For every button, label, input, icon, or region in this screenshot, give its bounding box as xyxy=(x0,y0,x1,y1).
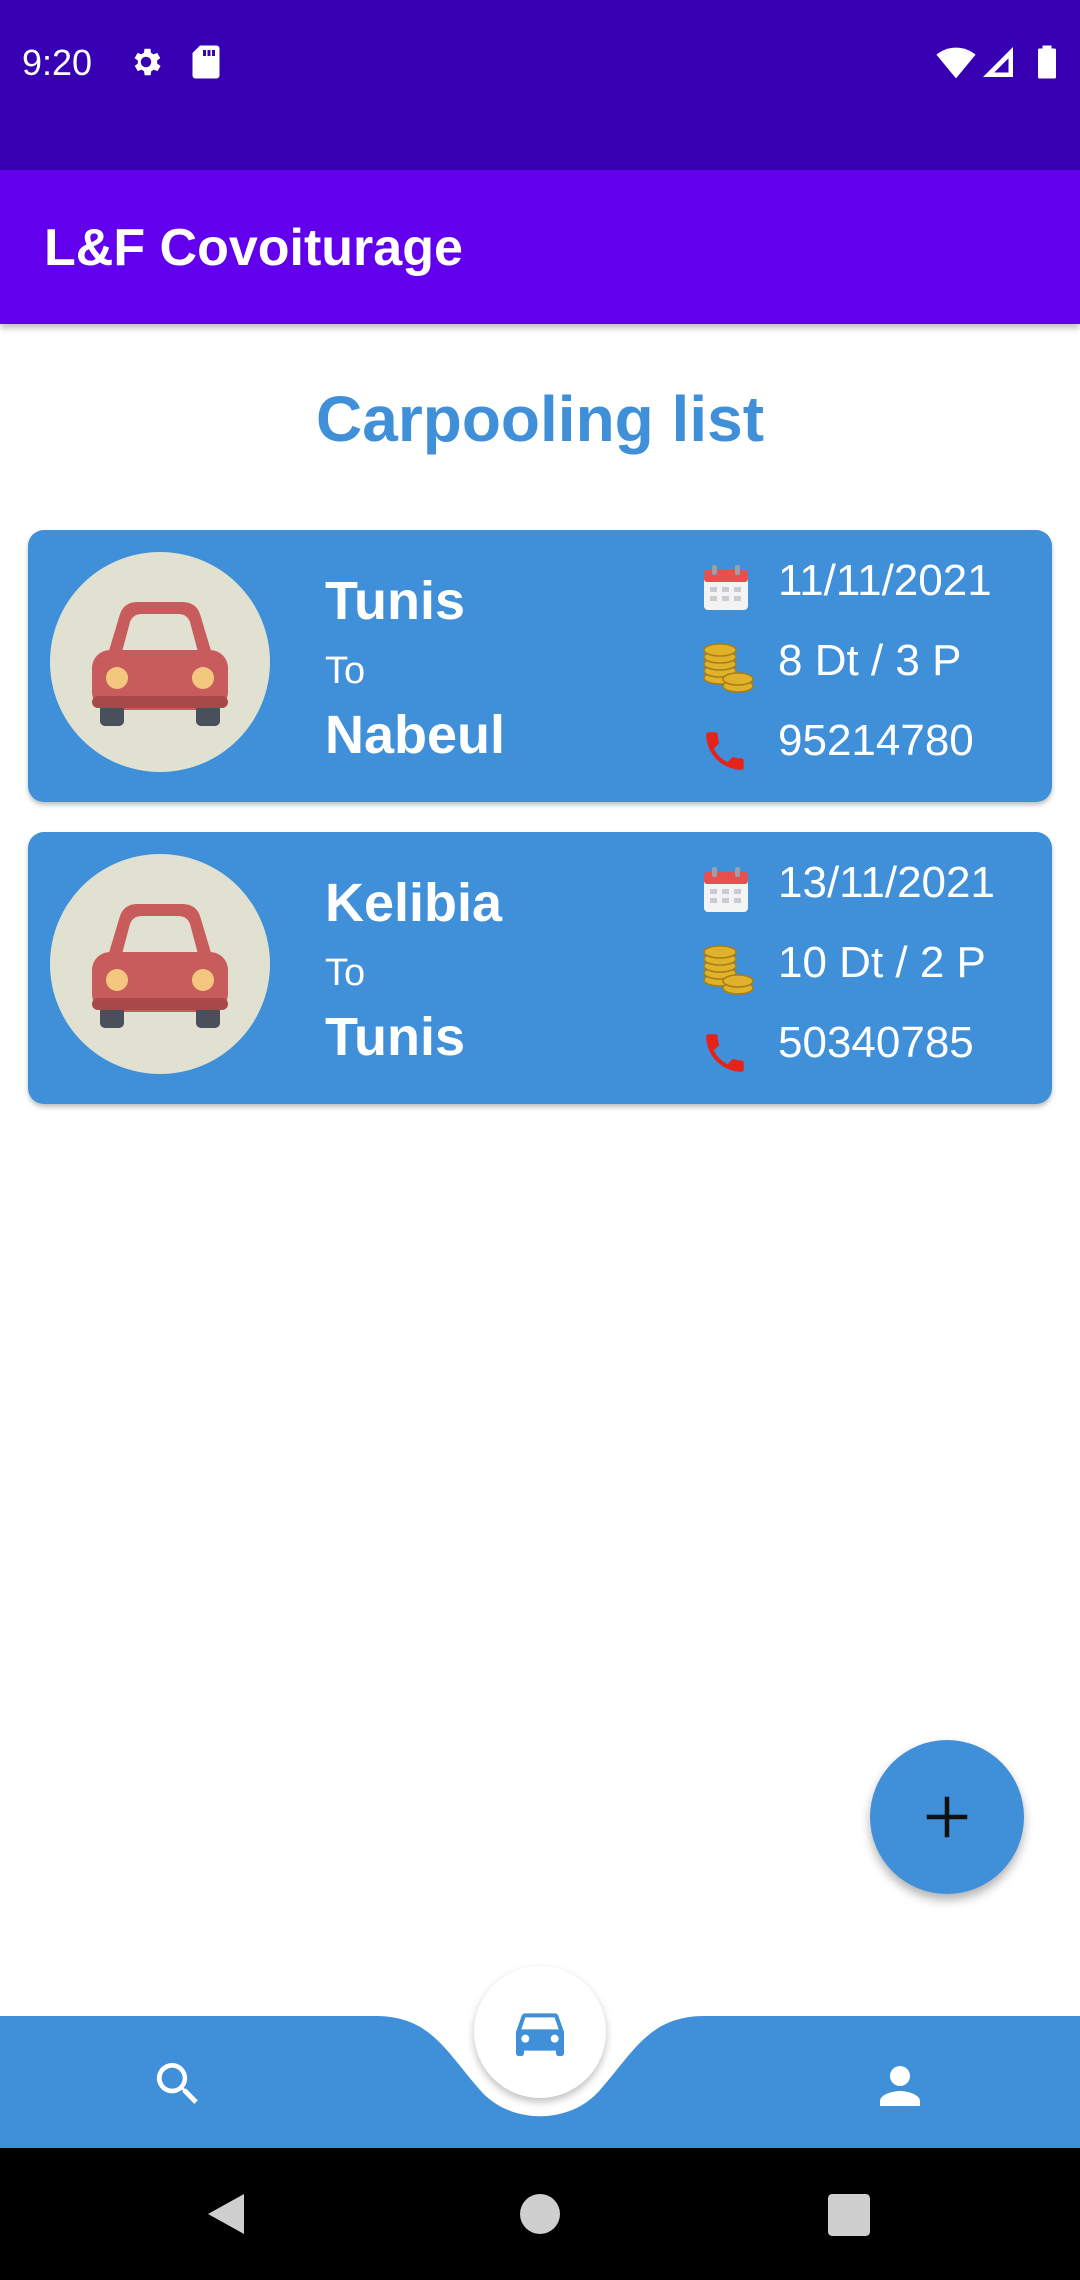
car-icon xyxy=(92,904,228,1028)
recents-icon[interactable] xyxy=(828,2194,870,2241)
ride-origin: Kelibia xyxy=(325,873,503,933)
battery-icon xyxy=(1036,44,1058,85)
ride-destination: Tunis xyxy=(325,1007,465,1067)
phone-icon[interactable] xyxy=(700,1028,750,1083)
app-title: L&F Covoiturage xyxy=(44,219,463,277)
signal-icon xyxy=(980,44,1016,85)
ride-date: 13/11/2021 xyxy=(778,858,995,907)
ride-destination: Nabeul xyxy=(325,705,506,765)
add-icon xyxy=(926,1796,968,1838)
back-icon[interactable] xyxy=(204,2190,248,2243)
system-navigation-bar xyxy=(0,2148,1080,2280)
calendar-icon xyxy=(700,864,752,921)
phone-icon[interactable] xyxy=(700,726,750,781)
ride-card[interactable]: Tunis To Nabeul 11/11/2021 8 Dt / 3 P 95… xyxy=(28,530,1052,802)
search-icon[interactable] xyxy=(150,2056,206,2117)
ride-date: 11/11/2021 xyxy=(778,556,992,605)
page-title: Carpooling list xyxy=(316,383,764,455)
car-avatar xyxy=(50,552,270,772)
ride-origin: Tunis xyxy=(325,571,465,631)
coins-icon xyxy=(700,940,756,1001)
car-avatar xyxy=(50,854,270,1074)
ride-price: 8 Dt / 3 P xyxy=(778,636,962,685)
add-ride-button[interactable] xyxy=(870,1740,1024,1894)
wifi-icon xyxy=(936,44,976,85)
settings-icon xyxy=(128,44,164,85)
person-icon[interactable] xyxy=(870,2056,930,2121)
ride-to-label: To xyxy=(325,650,366,692)
ride-card[interactable]: Kelibia To Tunis 13/11/2021 10 Dt / 2 P … xyxy=(28,832,1052,1104)
nav-rides-button[interactable] xyxy=(474,1966,606,2098)
home-icon[interactable] xyxy=(518,2192,562,2241)
status-bar: 9:20 xyxy=(0,0,1080,170)
sd-card-icon xyxy=(190,44,222,85)
status-time: 9:20 xyxy=(22,42,93,83)
ride-price: 10 Dt / 2 P xyxy=(778,938,986,987)
ride-to-label: To xyxy=(325,952,366,994)
app-bar: L&F Covoiturage xyxy=(0,170,1080,324)
calendar-icon xyxy=(700,562,752,619)
car-icon xyxy=(92,602,228,726)
car-icon xyxy=(516,2013,564,2056)
coins-icon xyxy=(700,638,756,699)
ride-phone[interactable]: 50340785 xyxy=(778,1018,974,1068)
ride-phone[interactable]: 95214780 xyxy=(778,716,974,766)
